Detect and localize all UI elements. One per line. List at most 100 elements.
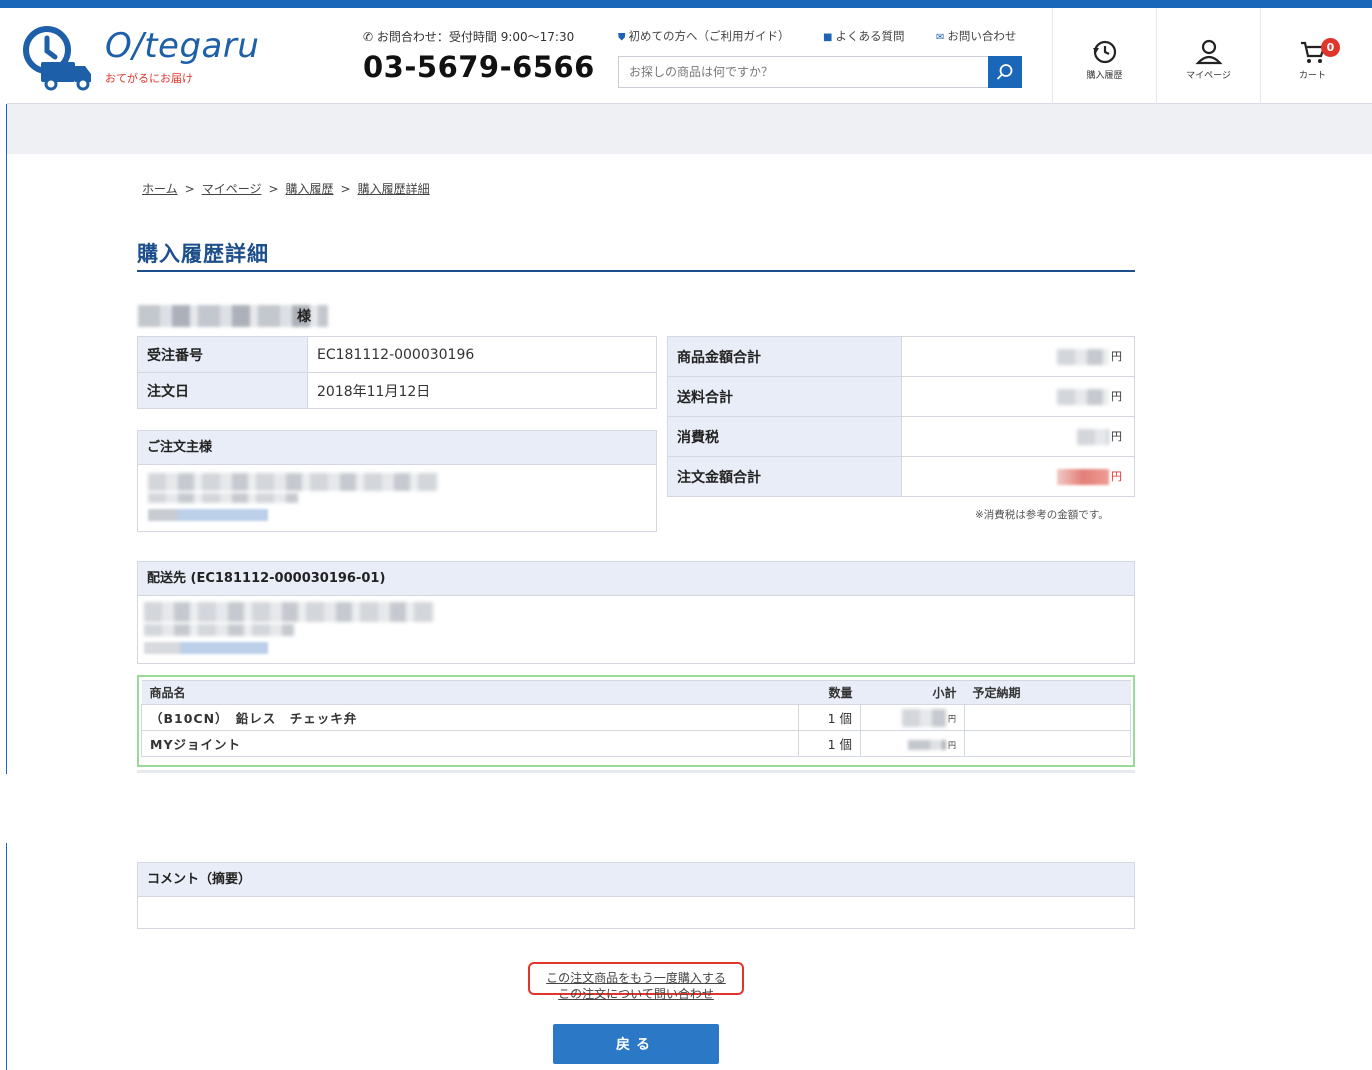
item-qty: 1 個	[798, 730, 861, 757]
currency-unit: 円	[1111, 470, 1122, 483]
order-inquiry-link[interactable]: この注文について問い合わせ	[528, 985, 744, 1002]
logo-wordmark: O/tegaru	[105, 26, 260, 66]
currency-unit: 円	[948, 741, 956, 750]
order-total-label: 注文金額合計	[667, 456, 902, 497]
order-date-label: 注文日	[137, 372, 308, 409]
breadcrumb-separator: >	[184, 182, 195, 196]
tax-label: 消費税	[667, 416, 902, 457]
order-info-table: 受注番号 EC181112-000030196 注文日 2018年11月12日	[137, 336, 657, 409]
product-total-row: 商品金額合計 円	[667, 336, 1135, 377]
site-logo[interactable]: O/tegaru おてがるにお届け	[21, 22, 281, 92]
guide-link-label: 初めての方へ（ご利用ガイド）	[628, 29, 790, 43]
order-total-row: 注文金額合計 円	[667, 456, 1135, 497]
currency-unit: 円	[1111, 430, 1122, 443]
product-total-label: 商品金額合計	[667, 336, 902, 377]
item-subtotal: 円	[860, 704, 965, 731]
site-header: O/tegaru おてがるにお届け ✆ お問合わせ：受付時間 9:00〜17:3…	[7, 8, 1372, 104]
logo-tagline: おてがるにお届け	[105, 72, 193, 85]
cart-button[interactable]: 0 カート	[1260, 8, 1364, 104]
phone-number[interactable]: 03-5679-6566	[363, 50, 595, 84]
redacted-amount	[1057, 349, 1109, 365]
orderer-heading: ご注文主様	[138, 431, 656, 465]
order-total-value: 円	[901, 456, 1135, 497]
purchase-history-button[interactable]: 購入履歴	[1052, 8, 1156, 104]
contact-hours-text: お問合わせ：受付時間 9:00〜17:30	[376, 30, 575, 44]
redacted-amount	[1057, 389, 1109, 405]
orderer-address-redacted	[148, 473, 438, 491]
items-header-row: 商品名 数量 小計 予定納期	[141, 680, 1131, 705]
items-table: 商品名 数量 小計 予定納期 （B10CN） 鉛レス チェッキ弁 1 個 円 M…	[141, 680, 1131, 757]
search-button[interactable]	[988, 56, 1022, 88]
search-bar	[618, 56, 1022, 88]
breadcrumb: ホーム > マイページ > 購入履歴 > 購入履歴詳細	[142, 180, 430, 197]
faq-link[interactable]: ■ よくある質問	[823, 28, 904, 44]
comment-section: コメント（摘要）	[137, 862, 1135, 929]
redacted-amount	[1077, 429, 1109, 445]
item-delivery	[964, 704, 1131, 731]
phone-icon: ✆	[363, 30, 374, 44]
tax-row: 消費税 円	[667, 416, 1135, 457]
page-edge-rule	[6, 104, 7, 774]
breadcrumb-current[interactable]: 購入履歴詳細	[358, 182, 430, 196]
shipping-total-value: 円	[901, 376, 1135, 417]
logo-truck-icon	[23, 26, 91, 91]
chat-icon: ■	[823, 32, 833, 43]
contact-link[interactable]: ✉ お問い合わせ	[936, 28, 1016, 44]
reorder-link[interactable]: この注文商品をもう一度購入する	[530, 969, 742, 986]
top-accent-bar	[0, 0, 1372, 8]
col-header-name: 商品名	[141, 680, 799, 705]
item-qty: 1 個	[798, 704, 861, 731]
breadcrumb-separator: >	[340, 182, 351, 196]
breadcrumb-separator: >	[268, 182, 279, 196]
order-date-row: 注文日 2018年11月12日	[137, 372, 657, 409]
order-date-value: 2018年11月12日	[307, 372, 657, 409]
items-section: 商品名 数量 小計 予定納期 （B10CN） 鉛レス チェッキ弁 1 個 円 M…	[137, 675, 1135, 767]
title-underline	[137, 270, 1135, 272]
orderer-section: ご注文主様	[137, 430, 657, 532]
col-header-delivery: 予定納期	[964, 680, 1131, 705]
breadcrumb-history[interactable]: 購入履歴	[286, 182, 334, 196]
totals-table: 商品金額合計 円 送料合計 円 消費税 円 注文金額合計 円	[667, 336, 1135, 497]
shipping-address-redacted	[144, 624, 294, 636]
shipping-section: 配送先 (EC181112-000030196-01)	[137, 561, 1135, 664]
search-icon	[996, 64, 1013, 80]
tax-note: ※消費税は参考の金額です。	[975, 509, 1109, 521]
search-input[interactable]	[619, 57, 987, 87]
item-name: MYジョイント	[141, 730, 799, 757]
comment-heading: コメント（摘要）	[138, 863, 1134, 897]
redacted-amount	[1057, 469, 1109, 485]
customer-honorific: 様	[297, 309, 311, 325]
mypage-button[interactable]: マイページ	[1156, 8, 1260, 104]
currency-unit: 円	[948, 714, 956, 723]
faq-link-label: よくある質問	[835, 29, 905, 43]
shipping-contact-redacted	[144, 642, 268, 654]
breadcrumb-mypage[interactable]: マイページ	[202, 182, 262, 196]
currency-unit: 円	[1111, 390, 1122, 403]
contact-link-label: お問い合わせ	[947, 29, 1017, 43]
shipping-total-label: 送料合計	[667, 376, 902, 417]
tax-value: 円	[901, 416, 1135, 457]
redacted-amount	[902, 708, 946, 727]
redacted-amount	[908, 739, 946, 750]
col-header-subtotal: 小計	[860, 680, 965, 705]
header-spacer-band	[7, 104, 1372, 154]
guide-link[interactable]: ⛊ 初めての方へ（ご利用ガイド）	[618, 28, 790, 44]
page-edge-rule	[6, 843, 7, 1070]
history-icon	[1093, 40, 1117, 64]
order-number-label: 受注番号	[137, 336, 308, 373]
breadcrumb-home[interactable]: ホーム	[142, 182, 178, 196]
mypage-label: マイページ	[1186, 71, 1231, 81]
shipping-heading: 配送先 (EC181112-000030196-01)	[138, 562, 1134, 596]
shield-icon: ⛊	[618, 32, 626, 43]
product-total-value: 円	[901, 336, 1135, 377]
shipping-address-redacted	[144, 602, 434, 622]
col-header-qty: 数量	[798, 680, 861, 705]
section-divider	[137, 770, 1135, 773]
orderer-address-redacted	[148, 493, 298, 503]
back-button[interactable]: 戻る	[553, 1024, 719, 1064]
mail-icon: ✉	[936, 32, 945, 43]
cart-count-badge: 0	[1321, 38, 1340, 57]
item-name: （B10CN） 鉛レス チェッキ弁	[141, 704, 799, 731]
shipping-total-row: 送料合計 円	[667, 376, 1135, 417]
order-number-row: 受注番号 EC181112-000030196	[137, 336, 657, 373]
